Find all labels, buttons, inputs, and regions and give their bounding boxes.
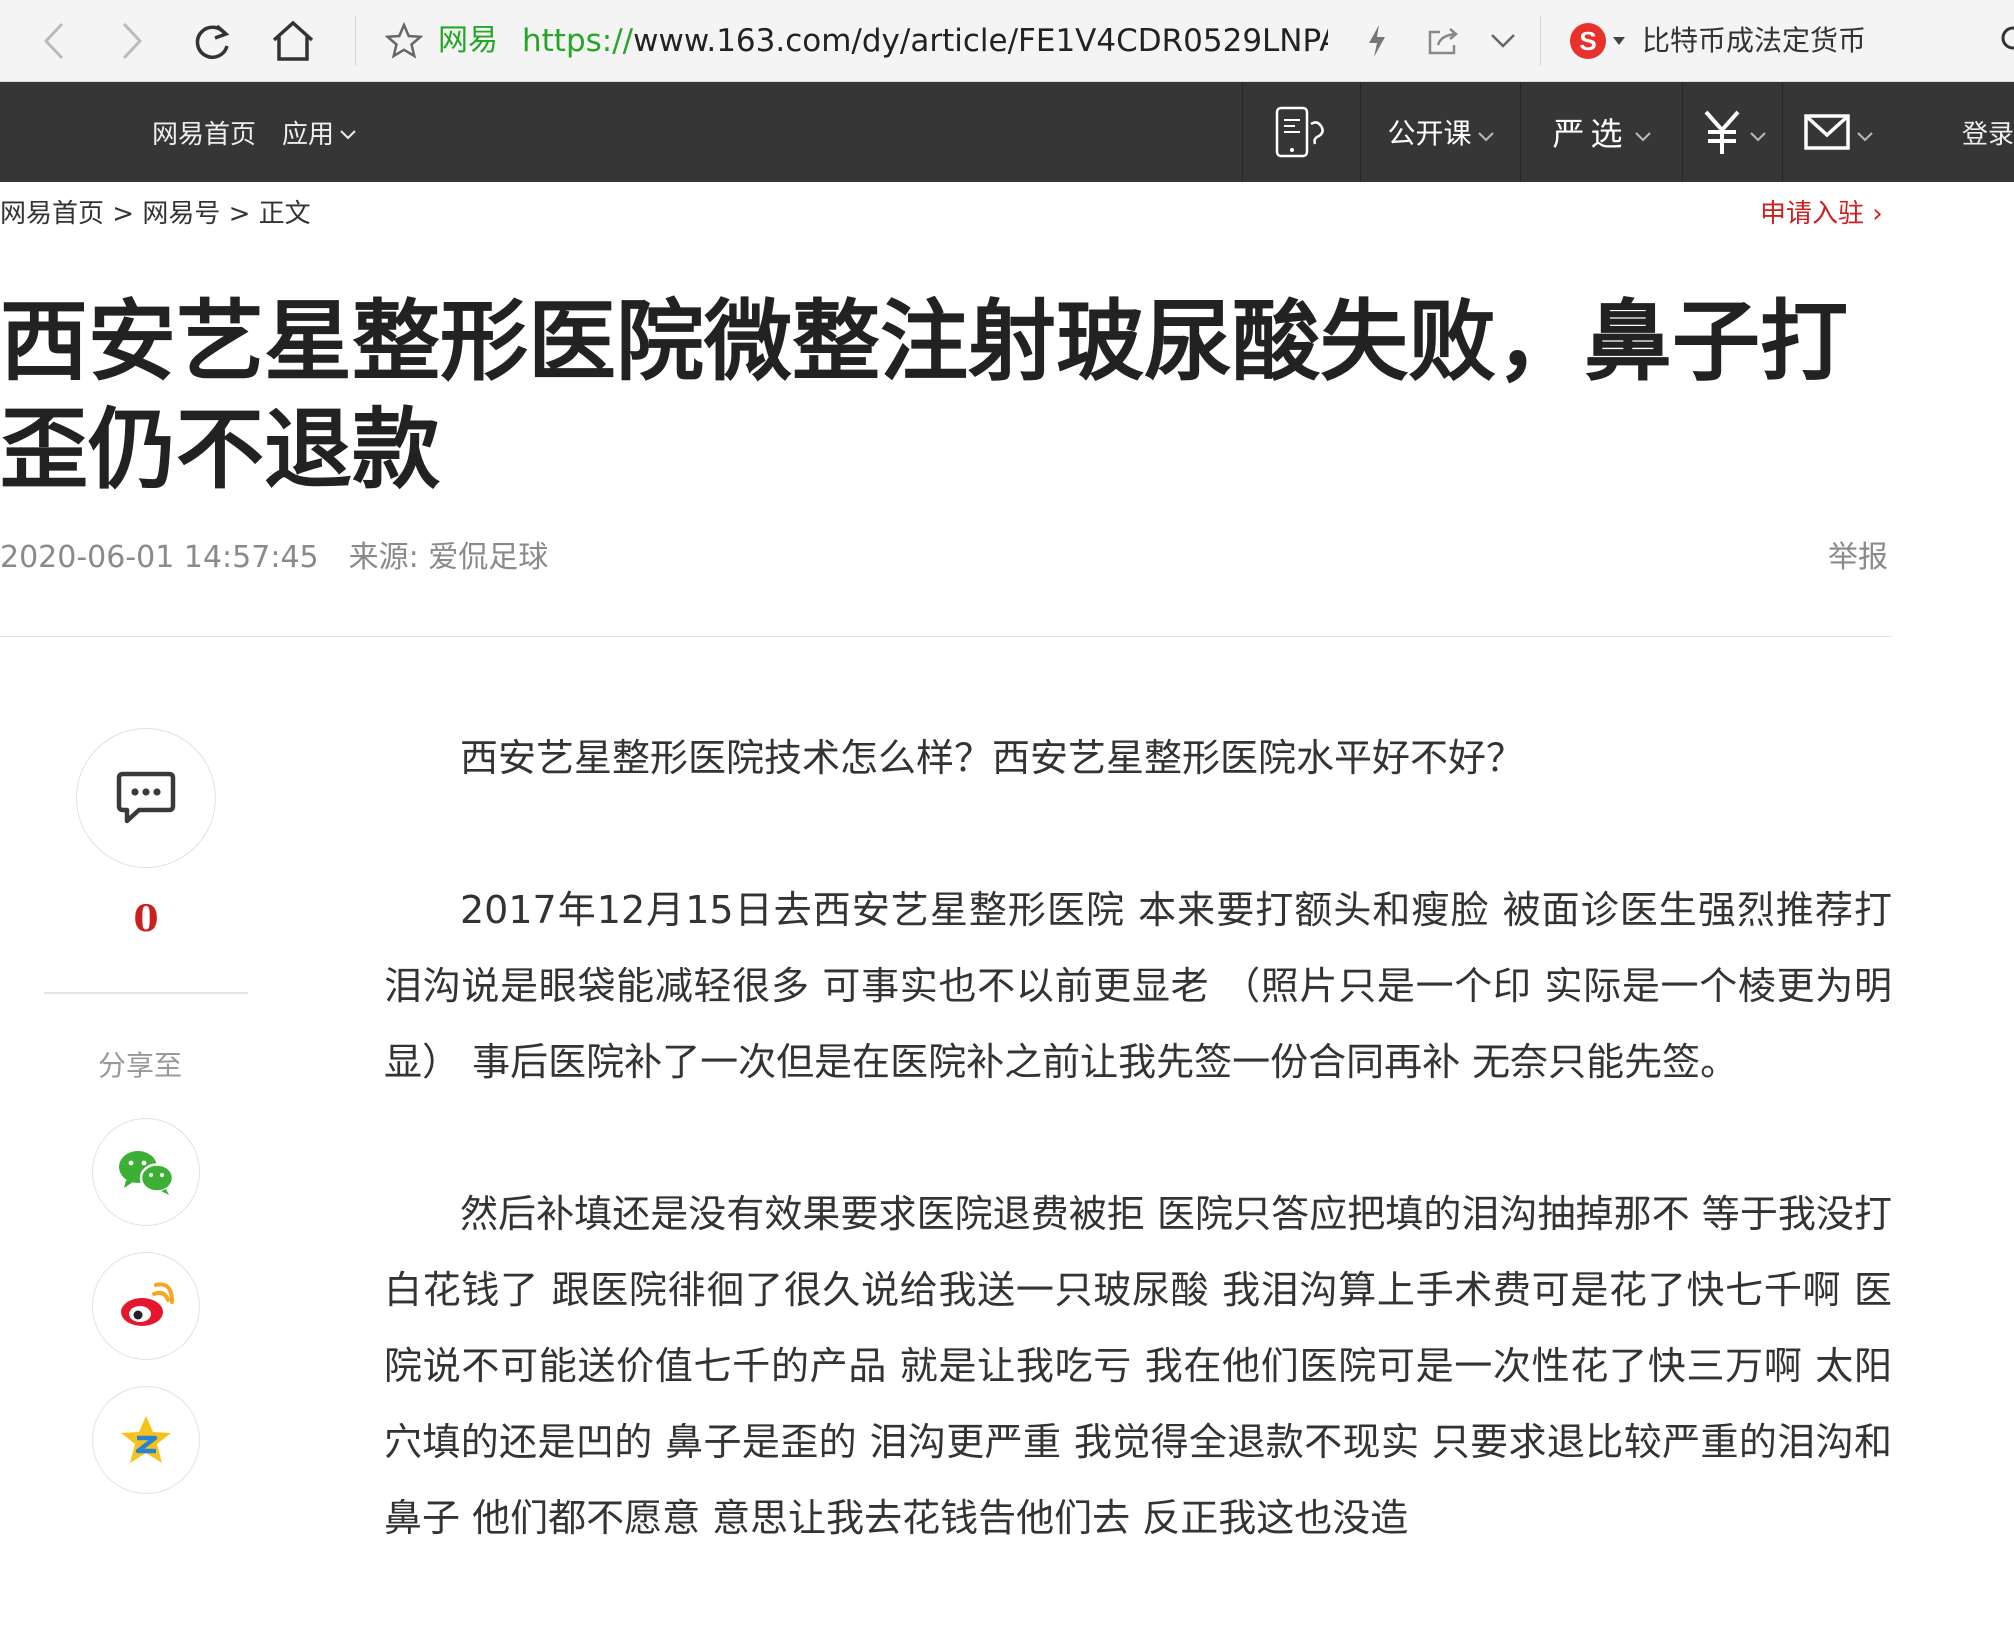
url-site-name: 网易: [438, 23, 498, 58]
article-meta: 2020-06-01 14:57:45 来源: 爱侃足球: [0, 536, 548, 580]
mobile-phone-icon: [1275, 106, 1324, 158]
chevron-down-icon: [340, 117, 356, 147]
chevron-down-icon: [1477, 116, 1494, 149]
toolbar-separator: [1540, 16, 1541, 66]
nav-apps-label: 应用: [282, 119, 335, 150]
lightning-icon[interactable]: [1362, 18, 1392, 64]
chevron-down-icon: [1749, 116, 1766, 149]
forward-icon[interactable]: [112, 18, 152, 64]
nav-open-course[interactable]: 公开课: [1360, 82, 1520, 182]
share-wechat-button[interactable]: [92, 1118, 200, 1226]
nav-login-label: 登录: [1962, 119, 2014, 150]
share-qzone-button[interactable]: [92, 1386, 200, 1494]
nav-yanxuan[interactable]: 严选: [1520, 82, 1682, 182]
browser-toolbar: 网易 https://www.163.com/dy/article/FE1V4C…: [0, 0, 2014, 82]
comment-button[interactable]: [76, 728, 216, 868]
url-path: www.163.com/dy/article/FE1V4CDR0529LNPA.: [633, 23, 1328, 59]
article-source[interactable]: 来源: 爱侃足球: [349, 540, 549, 575]
url-bar[interactable]: https://www.163.com/dy/article/FE1V4CDR0…: [522, 20, 1328, 62]
apply-link[interactable]: 申请入驻 ›: [1760, 194, 1883, 234]
publish-datetime: 2020-06-01 14:57:45: [0, 540, 319, 575]
article-paragraph: 2017年12月15日去西安艺星整形医院 本来要打额头和瘦脸 被面诊医生强烈推荐…: [384, 888, 1892, 1084]
search-engine-icon[interactable]: S: [1566, 18, 1610, 64]
chevron-down-icon: [1856, 116, 1873, 149]
comment-count[interactable]: 0: [130, 898, 162, 940]
weibo-icon: [121, 1282, 174, 1326]
dropdown-triangle-icon[interactable]: [1610, 18, 1628, 64]
share-weibo-button[interactable]: [92, 1252, 200, 1360]
refresh-icon[interactable]: [188, 18, 236, 64]
chevron-down-icon[interactable]: [1486, 18, 1520, 64]
nav-home-label: 网易首页: [152, 119, 257, 150]
nav-home-link[interactable]: 网易首页: [152, 82, 256, 182]
nav-login[interactable]: 登录: [1962, 82, 2014, 182]
search-input[interactable]: 比特币成法定货币: [1642, 20, 1866, 62]
divider: [44, 992, 248, 994]
nav-payment[interactable]: [1682, 82, 1782, 182]
mobile-app-button[interactable]: [1242, 82, 1360, 182]
yuan-icon: [1704, 110, 1739, 154]
article-title: 西安艺星整形医院微整注射玻尿酸失败，鼻子打歪仍不退款: [0, 290, 1849, 501]
share-page-icon[interactable]: [1424, 18, 1462, 64]
url-scheme: https://: [522, 23, 634, 59]
chevron-down-icon: [1634, 116, 1651, 149]
nav-open-course-label: 公开课: [1387, 117, 1472, 150]
report-link[interactable]: 举报: [1828, 536, 1888, 580]
nav-apps-menu[interactable]: 应用: [282, 82, 356, 182]
article-paragraph: 西安艺星整形医院技术怎么样？西安艺星整形医院水平好不好？: [460, 736, 1525, 780]
nav-yanxuan-label: 严选: [1552, 115, 1629, 153]
wechat-icon: [119, 1151, 175, 1195]
back-icon[interactable]: [34, 18, 74, 64]
qzone-icon: [121, 1416, 171, 1463]
home-icon[interactable]: [268, 18, 318, 64]
article-paragraph: 然后补填还是没有效果要求医院退费被拒 医院只答应把填的泪沟抽掉那不 等于我没打 …: [384, 1192, 1892, 1540]
star-icon[interactable]: [384, 18, 424, 64]
toolbar-separator: [355, 16, 356, 66]
nav-mail[interactable]: [1782, 82, 1892, 182]
breadcrumb[interactable]: 网易首页 > 网易号 > 正文: [0, 194, 311, 234]
divider: [0, 636, 1892, 637]
site-nav-bar: 网易首页 应用 公开课 严选 登录: [0, 82, 2014, 182]
share-label: 分享至: [98, 1049, 183, 1082]
mail-icon: [1803, 114, 1850, 150]
search-icon[interactable]: [1996, 18, 2014, 64]
svg-text:S: S: [1579, 26, 1596, 56]
article-body: 西安艺星整形医院技术怎么样？西安艺星整形医院水平好不好？ 2017年12月15日…: [384, 720, 1892, 1632]
comment-icon: [116, 771, 176, 824]
